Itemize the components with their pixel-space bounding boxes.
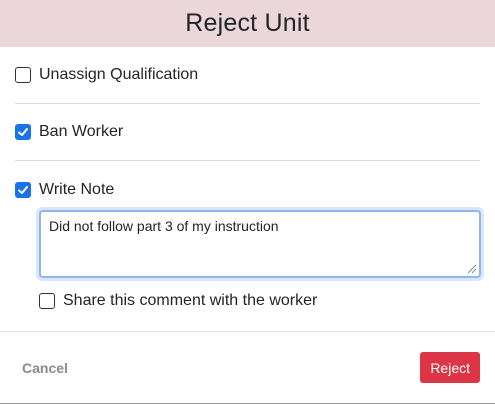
check-icon bbox=[18, 128, 28, 136]
modal-footer: Cancel Reject bbox=[0, 332, 495, 403]
ban-worker-row[interactable]: Ban Worker bbox=[15, 104, 480, 161]
check-icon bbox=[18, 185, 28, 194]
write-note-label: Write Note bbox=[39, 180, 115, 198]
note-section: Did not follow part 3 of my instruction … bbox=[15, 210, 481, 324]
unassign-qualification-label: Unassign Qualification bbox=[39, 66, 199, 83]
ban-worker-label: Ban Worker bbox=[39, 123, 124, 140]
resize-grip-icon[interactable] bbox=[465, 262, 477, 274]
share-comment-checkbox[interactable] bbox=[39, 293, 55, 309]
unassign-qualification-row[interactable]: Unassign Qualification bbox=[15, 47, 480, 104]
share-comment-label: Share this comment with the worker bbox=[63, 292, 318, 309]
reject-unit-modal: Reject Unit Unassign Qualification Ban W… bbox=[0, 0, 495, 404]
unassign-qualification-checkbox[interactable] bbox=[15, 67, 31, 83]
share-comment-row[interactable]: Share this comment with the worker bbox=[39, 278, 480, 324]
reject-button[interactable]: Reject bbox=[420, 352, 480, 383]
note-text: Did not follow part 3 of my instruction bbox=[49, 218, 279, 234]
modal-header: Reject Unit bbox=[0, 0, 495, 47]
ban-worker-checkbox[interactable] bbox=[15, 124, 31, 140]
note-textarea[interactable]: Did not follow part 3 of my instruction bbox=[39, 210, 481, 278]
modal-title: Reject Unit bbox=[185, 9, 310, 37]
cancel-button[interactable]: Cancel bbox=[22, 360, 68, 376]
modal-body: Unassign Qualification Ban Worker Write … bbox=[0, 47, 495, 324]
write-note-checkbox[interactable] bbox=[15, 181, 31, 198]
